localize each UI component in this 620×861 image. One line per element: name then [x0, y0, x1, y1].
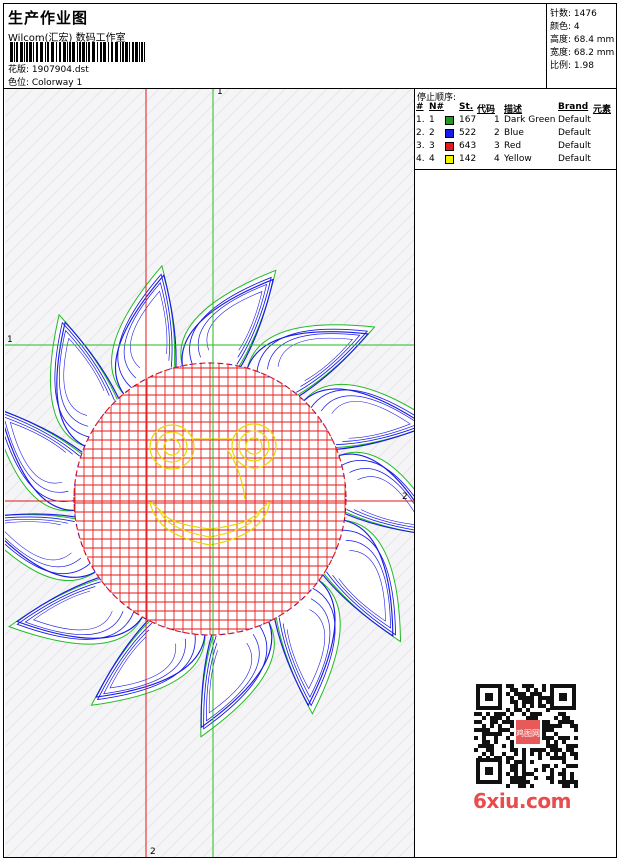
col-header-code: 代码 — [477, 105, 496, 115]
col-header-description: 描述 — [504, 105, 523, 115]
seq-row-2-stitches: 522 — [459, 128, 477, 138]
seq-row-3-desc: Red — [504, 141, 522, 151]
design-file-label: 花版: 1907904.dst — [8, 65, 89, 75]
seq-row-3-idx: 3. — [416, 141, 425, 151]
seq-row-4-desc: Yellow — [504, 154, 532, 164]
seq-row-2-brand: Default — [558, 128, 591, 138]
seq-row-3-color-swatch — [445, 142, 454, 151]
colorway-label: 色位: Colorway 1 — [8, 78, 83, 88]
axis-label-left: 1 — [7, 335, 13, 345]
header-block: 生产作业图 Wilcom(汇宏) 数码工作室 花版: 1907904.dst 色… — [4, 4, 544, 88]
seq-row-4-color-swatch — [445, 155, 454, 164]
seq-row-1-stitches: 167 — [459, 115, 477, 125]
seq-row-1-color-swatch — [445, 116, 454, 125]
axis-label-top: 1 — [217, 89, 223, 97]
col-header-element: 元素 — [593, 105, 612, 115]
col-header-brand: Brand — [558, 102, 589, 112]
design-scale: 比例: 1.98 — [550, 61, 594, 71]
seq-row-3-needle: 3 — [429, 141, 435, 151]
axis-label-bottom: 2 — [150, 847, 156, 857]
seq-row-1-idx: 1. — [416, 115, 425, 125]
design-width: 宽度: 68.2 mm — [550, 48, 615, 58]
col-header-stitches: St. — [459, 102, 474, 112]
stitch-count: 针数: 1476 — [550, 9, 597, 19]
seq-row-2-desc: Blue — [504, 128, 524, 138]
design-canvas[interactable]: 1 1 2 2 — [5, 89, 415, 857]
seq-row-1-desc: Dark Green — [504, 115, 556, 125]
seq-row-1-needle: 1 — [429, 115, 435, 125]
seq-row-3-brand: Default — [558, 141, 591, 151]
seq-row-2-color-swatch — [445, 129, 454, 138]
watermark-brand: 6xiu.com — [473, 789, 571, 813]
seq-row-4-brand: Default — [558, 154, 591, 164]
stop-sequence-panel: 停止顺序: # N# St. 代码 描述 Brand 元素 1. 1 167 1 Dar… — [415, 89, 617, 170]
barcode-image — [10, 42, 145, 62]
col-header-index: # — [416, 102, 424, 112]
seq-row-4-code: 4 — [494, 154, 500, 164]
seq-row-2-idx: 2. — [416, 128, 425, 138]
seal-text: 鸡图网 — [516, 728, 540, 738]
qr-code: 鸡图网 — [470, 680, 582, 790]
stats-block: 针数: 1476 颜色: 4 高度: 68.4 mm 宽度: 68.2 mm 比… — [546, 4, 616, 88]
seq-row-4-stitches: 142 — [459, 154, 477, 164]
seq-row-4-needle: 4 — [429, 154, 435, 164]
seq-row-2-code: 2 — [494, 128, 500, 138]
seq-row-4-idx: 4. — [416, 154, 425, 164]
seq-row-3-code: 3 — [494, 141, 500, 151]
seq-row-2-needle: 2 — [429, 128, 435, 138]
design-height: 高度: 68.4 mm — [550, 35, 615, 45]
color-count: 颜色: 4 — [550, 22, 580, 32]
seq-row-1-brand: Default — [558, 115, 591, 125]
seq-row-3-stitches: 643 — [459, 141, 477, 151]
axis-label-right: 2 — [402, 492, 408, 502]
page-title: 生产作业图 — [8, 9, 89, 27]
col-header-needle: N# — [429, 102, 445, 112]
embroidery-preview — [5, 89, 414, 857]
seq-row-1-code: 1 — [494, 115, 500, 125]
